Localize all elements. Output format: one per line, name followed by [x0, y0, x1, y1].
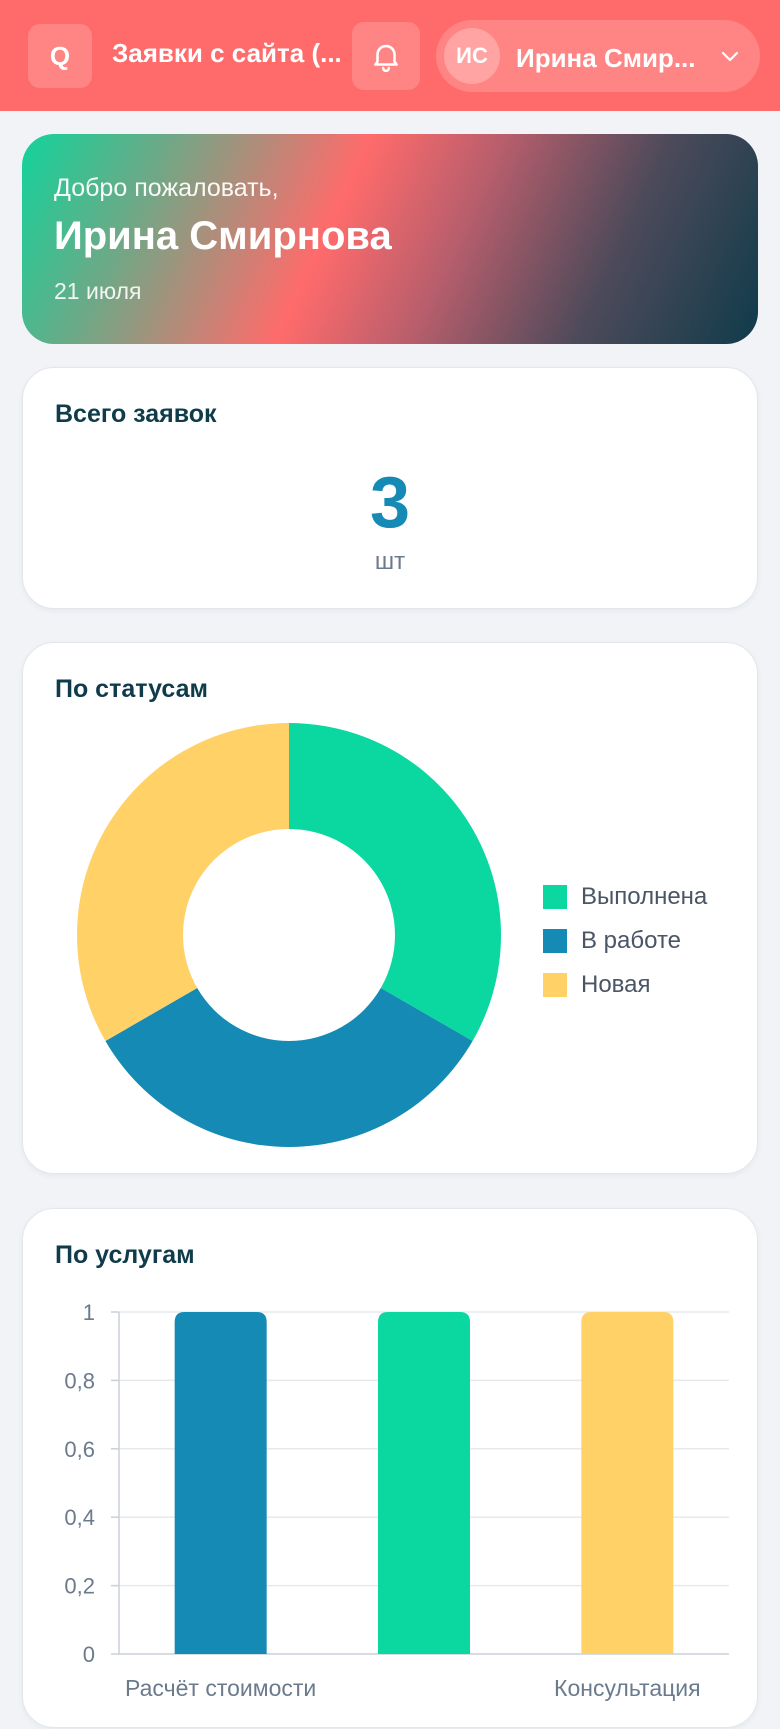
legend-label: В работе: [581, 927, 682, 954]
donut-slice-2[interactable]: [105, 988, 473, 1147]
y-tick-label: 0,6: [64, 1437, 95, 1462]
app-logo[interactable]: Q: [28, 24, 92, 88]
total-requests-card: Всего заявок 3 шт: [22, 367, 758, 609]
notifications-button[interactable]: [352, 22, 420, 90]
app-title: Заявки с сайта (...: [112, 38, 342, 68]
total-requests-unit: шт: [374, 548, 406, 575]
legend-item[interactable]: В работе: [543, 919, 707, 963]
bar-2[interactable]: [378, 1312, 470, 1654]
user-name: Ирина Смир...: [516, 43, 696, 73]
top-bar: Q Заявки с сайта (... ИС Ирина Смир...: [0, 0, 780, 111]
legend-item[interactable]: Новая: [543, 963, 707, 1007]
y-tick-label: 1: [83, 1300, 95, 1325]
x-tick-label: Расчёт стоимости: [125, 1675, 316, 1701]
welcome-banner: Добро пожаловать, Ирина Смирнова 21 июля: [22, 134, 758, 344]
legend-label: Новая: [581, 971, 651, 998]
avatar: ИС: [444, 28, 500, 84]
legend-item[interactable]: Выполнена: [543, 875, 707, 919]
y-tick-label: 0,2: [64, 1574, 95, 1599]
services-chart-card: По услугам 0 0,2 0,4 0,6 0,8 1 Расчёт стоимост…: [22, 1208, 758, 1728]
legend-swatch: [543, 973, 567, 997]
status-chart-card: По статусам Выполнена В работе Новая: [22, 642, 758, 1174]
card-title: Всего заявок: [55, 400, 217, 428]
legend-label: Выполнена: [581, 883, 708, 910]
y-tick-label: 0,8: [64, 1368, 95, 1393]
donut-slice-1[interactable]: [289, 723, 501, 1041]
legend-swatch: [543, 885, 567, 909]
bell-icon: [374, 44, 398, 73]
user-menu-button[interactable]: ИС Ирина Смир...: [436, 20, 760, 92]
donut-slice-3[interactable]: [77, 723, 289, 1041]
legend-swatch: [543, 929, 567, 953]
status-legend: Выполнена В работе Новая: [543, 875, 707, 1007]
bar-3[interactable]: [581, 1312, 674, 1654]
total-requests-value: 3: [369, 463, 411, 543]
y-tick-label: 0,4: [64, 1505, 95, 1530]
chevron-down-icon: [721, 51, 739, 62]
bar-1[interactable]: [174, 1312, 267, 1654]
services-bar-chart: 0 0,2 0,4 0,6 0,8 1 Расчёт стоимости Консультац…: [64, 1300, 729, 1701]
x-tick-label: Консультация: [554, 1675, 701, 1701]
welcome-user-name: Ирина Смирнова: [54, 214, 392, 258]
welcome-date: 21 июля: [54, 278, 142, 304]
y-tick-label: 0: [83, 1642, 95, 1667]
welcome-greeting: Добро пожаловать,: [54, 174, 279, 202]
